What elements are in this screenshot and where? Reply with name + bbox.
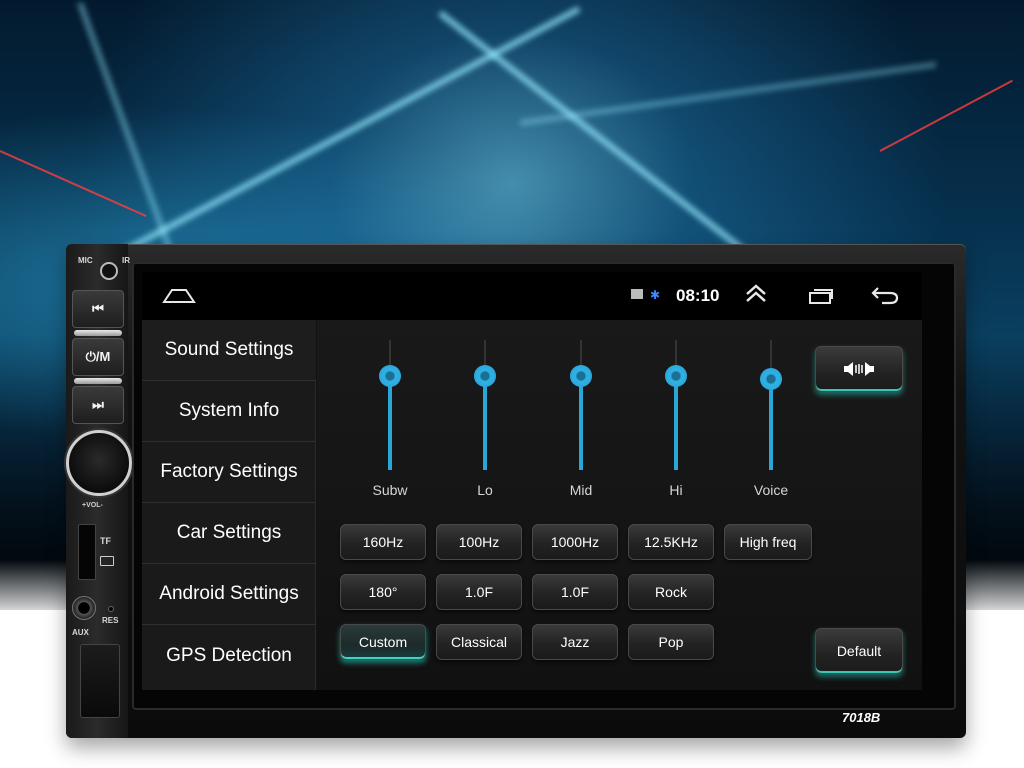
freq-button-100hz[interactable]: 100Hz — [436, 524, 522, 560]
sd-card-icon — [100, 556, 114, 566]
equalizer-panel: Subw Lo Mid Hi Voice 160Hz 100Hz 1000Hz … — [317, 320, 922, 690]
eq-slider-voice[interactable] — [760, 340, 782, 470]
param-button-q-factor-1[interactable]: 1.0F — [436, 574, 522, 610]
light-beam — [519, 61, 937, 126]
usb-slot-cover[interactable] — [80, 644, 120, 718]
slider-handle[interactable] — [379, 365, 401, 387]
aux-label: AUX — [72, 628, 89, 637]
speaker-balance-icon — [844, 362, 874, 376]
menu-item-label: GPS Detection — [166, 644, 292, 666]
eq-slider-mid[interactable] — [570, 340, 592, 470]
tf-card-slot[interactable] — [78, 524, 96, 580]
eq-slider-hi[interactable] — [665, 340, 687, 470]
button-separator — [74, 378, 122, 384]
recent-apps-icon[interactable] — [808, 288, 834, 304]
menu-item-gps-detection[interactable]: GPS Detection — [142, 625, 316, 686]
power-mode-button[interactable]: ⏻/M — [72, 338, 124, 376]
eq-label-lo: Lo — [477, 482, 493, 498]
menu-item-label: Sound Settings — [164, 339, 294, 360]
prev-track-button[interactable]: ⏮ — [72, 290, 124, 328]
back-icon[interactable] — [870, 284, 900, 306]
slider-fill — [579, 376, 583, 470]
eq-label-hi: Hi — [669, 482, 683, 498]
home-icon[interactable] — [162, 286, 196, 304]
touch-screen: ✱ 08:10 Sound Settings System Info Facto… — [142, 272, 922, 690]
mic-label: MIC — [78, 256, 93, 265]
freq-button-160hz[interactable]: 160Hz — [340, 524, 426, 560]
model-label: 7018B — [842, 710, 881, 725]
bluetooth-icon: ✱ — [650, 288, 661, 302]
prev-track-icon: ⏮ — [92, 301, 104, 316]
preset-button-classical[interactable]: Classical — [436, 624, 522, 660]
speaker-balance-button[interactable] — [815, 346, 903, 392]
slider-handle[interactable] — [760, 368, 782, 390]
menu-item-factory-settings[interactable]: Factory Settings — [142, 442, 316, 503]
slider-fill — [388, 376, 392, 470]
button-separator — [74, 330, 122, 336]
res-label: RES — [102, 616, 119, 625]
power-mode-icon: ⏻/M — [85, 349, 111, 364]
tf-label: TF — [100, 536, 111, 546]
freq-button-12-5khz[interactable]: 12.5KHz — [628, 524, 714, 560]
red-light-line — [0, 150, 147, 217]
up-arrow-icon[interactable] — [744, 282, 768, 304]
menu-item-label: Factory Settings — [160, 461, 298, 482]
status-bar: ✱ 08:10 — [142, 272, 922, 320]
next-track-button[interactable]: ⏭ — [72, 386, 124, 424]
slider-fill — [674, 376, 678, 470]
next-track-icon: ⏭ — [92, 397, 104, 412]
volume-knob[interactable] — [66, 430, 132, 496]
eq-slider-lo[interactable] — [474, 340, 496, 470]
param-button-q-factor-2[interactable]: 1.0F — [532, 574, 618, 610]
menu-item-system-info[interactable]: System Info — [142, 381, 316, 442]
menu-item-sound-settings[interactable]: Sound Settings — [142, 320, 316, 381]
param-button-rock[interactable]: Rock — [628, 574, 714, 610]
freq-button-high-freq[interactable]: High freq — [724, 524, 812, 560]
ir-label: IR — [122, 256, 130, 265]
eq-slider-subw[interactable] — [379, 340, 401, 470]
car-stereo-unit: MIC IR ⏮ ⏻/M ⏭ +VOL- TF RES AUX ✱ 08:10 … — [66, 244, 966, 738]
red-light-line — [879, 79, 1013, 152]
eq-label-subw: Subw — [372, 482, 408, 498]
preset-button-jazz[interactable]: Jazz — [532, 624, 618, 660]
slider-handle[interactable] — [474, 365, 496, 387]
slider-handle[interactable] — [665, 365, 687, 387]
menu-item-label: System Info — [178, 400, 280, 421]
settings-content: Sound Settings System Info Factory Setti… — [142, 320, 922, 690]
eq-label-voice: Voice — [753, 482, 789, 498]
slider-fill — [769, 379, 773, 470]
aux-jack[interactable] — [72, 596, 96, 620]
menu-item-android-settings[interactable]: Android Settings — [142, 564, 316, 625]
clock: 08:10 — [676, 286, 720, 305]
reset-button[interactable] — [108, 606, 114, 612]
preset-button-pop[interactable]: Pop — [628, 624, 714, 660]
param-button-angle[interactable]: 180° — [340, 574, 426, 610]
sim-icon — [631, 289, 643, 299]
default-button[interactable]: Default — [815, 628, 903, 674]
menu-item-label: Android Settings — [159, 583, 299, 604]
menu-item-car-settings[interactable]: Car Settings — [142, 503, 316, 564]
slider-handle[interactable] — [570, 365, 592, 387]
freq-button-1000hz[interactable]: 1000Hz — [532, 524, 618, 560]
preset-button-custom[interactable]: Custom — [340, 624, 426, 660]
mic-hole — [100, 262, 118, 280]
eq-label-mid: Mid — [569, 482, 593, 498]
front-control-panel: MIC IR ⏮ ⏻/M ⏭ +VOL- TF RES AUX — [66, 244, 132, 738]
light-beam — [118, 6, 581, 256]
vol-label: +VOL- — [82, 502, 103, 509]
menu-item-label: Car Settings — [176, 522, 282, 543]
settings-menu: Sound Settings System Info Factory Setti… — [142, 320, 316, 690]
slider-fill — [483, 376, 487, 470]
